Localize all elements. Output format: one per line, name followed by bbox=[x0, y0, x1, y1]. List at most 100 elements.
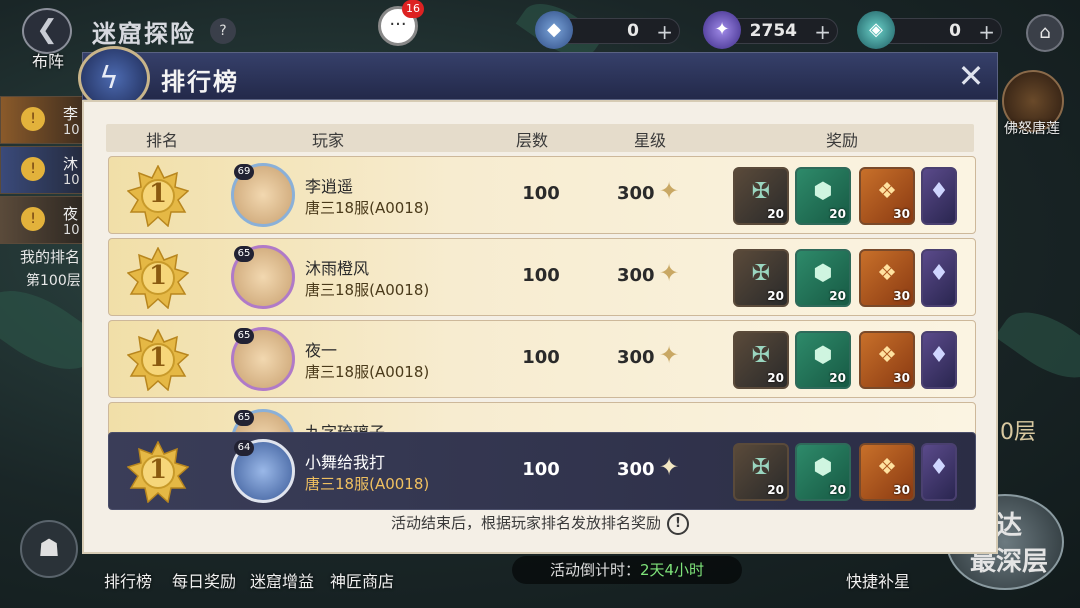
player-level: 65 bbox=[234, 410, 254, 426]
reward-crystal[interactable]: ♦ bbox=[921, 249, 957, 307]
add-diamond-button[interactable]: + bbox=[656, 20, 673, 44]
header-floor: 层数 bbox=[516, 131, 549, 150]
reward-count: 20 bbox=[829, 371, 846, 385]
book-icon: ❖ bbox=[877, 343, 897, 368]
leaf-decoration bbox=[994, 295, 1080, 395]
reward-jade[interactable]: ⬢ 20 bbox=[795, 167, 851, 225]
reward-crystal[interactable]: ♦ bbox=[921, 443, 957, 501]
star-icon: ✦ bbox=[659, 259, 680, 287]
resource-gem: ✦ 2754 + bbox=[703, 11, 838, 49]
notice-text: 活动结束后，根据玩家排名发放排名奖励 bbox=[390, 514, 661, 532]
chat-badge: 16 bbox=[402, 0, 424, 18]
player-avatar[interactable]: 65 bbox=[231, 245, 295, 309]
home-button[interactable]: ⌂ bbox=[1026, 14, 1064, 52]
reward-crystal[interactable]: ♦ bbox=[921, 331, 957, 389]
crystal-icon: ♦ bbox=[929, 343, 949, 368]
my-rank-row[interactable]: 1 64 小舞给我打 唐三18服(A0018) 100 300 ✦ ✠ 20 ⬢ 2… bbox=[108, 432, 976, 510]
table-row[interactable]: 1 65 沐雨橙风 唐三18服(A0018) 100 300 ✦ ✠ 20 ⬢ 20… bbox=[108, 238, 976, 316]
reward-jade[interactable]: ⬢ 20 bbox=[795, 249, 851, 307]
reward-count: 20 bbox=[767, 207, 784, 221]
side-level: 10 bbox=[63, 173, 80, 188]
crystal-icon: ♦ bbox=[929, 179, 949, 204]
jade-icon: ⬢ bbox=[813, 343, 833, 368]
diamond-icon: ◆ bbox=[535, 11, 573, 49]
reward-count: 30 bbox=[893, 371, 910, 385]
stars-value: 300 bbox=[617, 347, 655, 368]
player-name: 沐雨橙风 bbox=[305, 259, 370, 278]
top-bar: ❮ 迷窟探险 ? ··· 16 ◆ 0 + ✦ 2754 + ◈ 0 + ⌂ bbox=[0, 0, 1080, 58]
reward-crystal[interactable]: ♦ bbox=[921, 167, 957, 225]
rank-number: 1 bbox=[148, 455, 168, 485]
table-row[interactable]: 1 69 李逍遥 唐三18服(A0018) 100 300 ✦ ✠ 20 ⬢ 20 … bbox=[108, 156, 976, 234]
reward-jade[interactable]: ⬢ 20 bbox=[795, 331, 851, 389]
player-avatar[interactable]: 64 bbox=[231, 439, 295, 503]
table-header: 排名 玩家 层数 星级 奖励 bbox=[106, 124, 974, 152]
reward-scroll[interactable]: ✠ 20 bbox=[733, 249, 789, 307]
side-rank-item[interactable]: ! 沐 10 bbox=[0, 146, 90, 194]
nav-smith-shop[interactable]: 神匠商店 bbox=[330, 568, 394, 592]
jade-icon: ⬢ bbox=[813, 261, 833, 286]
player-level: 69 bbox=[234, 164, 254, 180]
stars-value: 300 bbox=[617, 183, 655, 204]
nav-daily-reward[interactable]: 每日奖励 bbox=[172, 568, 236, 592]
rank-number: 1 bbox=[148, 343, 168, 373]
reward-scroll[interactable]: ✠ 20 bbox=[733, 443, 789, 501]
reward-scroll[interactable]: ✠ 20 bbox=[733, 331, 789, 389]
reward-book[interactable]: ❖ 30 bbox=[859, 167, 915, 225]
reward-book[interactable]: ❖ 30 bbox=[859, 443, 915, 501]
player-name: 小舞给我打 bbox=[305, 453, 386, 472]
rank-icon: ! bbox=[21, 157, 45, 181]
scroll-icon: ✠ bbox=[751, 343, 771, 368]
player-avatar[interactable]: 69 bbox=[231, 163, 295, 227]
reward-jade[interactable]: ⬢ 20 bbox=[795, 443, 851, 501]
reward-book[interactable]: ❖ 30 bbox=[859, 331, 915, 389]
close-button[interactable]: ✕ bbox=[953, 59, 989, 95]
rank-number: 1 bbox=[148, 261, 168, 291]
resource-value: 0 bbox=[627, 21, 639, 41]
my-rank-label: 我的排名 bbox=[20, 248, 81, 266]
countdown-label: 活动倒计时： bbox=[549, 561, 640, 579]
rank-medal-icon: 1 bbox=[126, 328, 190, 392]
side-rank-item[interactable]: ! 李 10 bbox=[0, 96, 90, 144]
quick-star-button[interactable]: 快捷补星 bbox=[846, 568, 910, 592]
rank-icon: ! bbox=[21, 107, 45, 131]
jade-icon: ⬢ bbox=[813, 455, 833, 480]
scroll-icon: ✠ bbox=[751, 179, 771, 204]
reward-count: 20 bbox=[829, 289, 846, 303]
formation-icon[interactable]: ☗ bbox=[20, 520, 78, 578]
help-button[interactable]: ? bbox=[210, 18, 236, 44]
formation-button[interactable]: 布阵 bbox=[32, 48, 64, 72]
modal-header: 排行榜 ✕ bbox=[82, 52, 998, 100]
info-icon[interactable]: ! bbox=[667, 512, 689, 535]
floor-value: 100 bbox=[522, 347, 560, 368]
player-avatar[interactable]: 65 bbox=[231, 327, 295, 391]
resource-value: 2754 bbox=[749, 21, 797, 41]
reward-count: 20 bbox=[767, 483, 784, 497]
player-server: 唐三18服(A0018) bbox=[305, 475, 430, 493]
resource-diamond: ◆ 0 + bbox=[535, 11, 680, 49]
reward-book[interactable]: ❖ 30 bbox=[859, 249, 915, 307]
nav-leaderboard[interactable]: 排行榜 bbox=[104, 568, 152, 592]
player-name: 李逍遥 bbox=[305, 177, 354, 196]
nav-cave-buff[interactable]: 迷窟增益 bbox=[250, 568, 314, 592]
scroll-icon: ✠ bbox=[751, 261, 771, 286]
player-level: 64 bbox=[234, 440, 254, 456]
side-name: 沐 bbox=[63, 155, 79, 173]
star-icon: ✦ bbox=[659, 177, 680, 205]
header-player: 玩家 bbox=[312, 131, 345, 150]
table-row[interactable]: 1 65 夜一 唐三18服(A0018) 100 300 ✦ ✠ 20 ⬢ 20 ❖… bbox=[108, 320, 976, 398]
player-level: 65 bbox=[234, 328, 254, 344]
reward-scroll[interactable]: ✠ 20 bbox=[733, 167, 789, 225]
floor-value: 100 bbox=[522, 459, 560, 480]
add-crystal-button[interactable]: + bbox=[978, 20, 995, 44]
rank-number: 1 bbox=[148, 179, 168, 209]
floor-value: 100 bbox=[522, 265, 560, 286]
stars-value: 300 bbox=[617, 265, 655, 286]
player-name: 夜一 bbox=[305, 341, 338, 360]
header-stars: 星级 bbox=[634, 131, 667, 150]
player-server: 唐三18服(A0018) bbox=[305, 363, 430, 381]
side-name: 夜 bbox=[63, 205, 79, 223]
add-gem-button[interactable]: + bbox=[814, 20, 831, 44]
side-name: 李 bbox=[63, 105, 79, 123]
side-rank-item[interactable]: ! 夜 10 bbox=[0, 196, 90, 244]
